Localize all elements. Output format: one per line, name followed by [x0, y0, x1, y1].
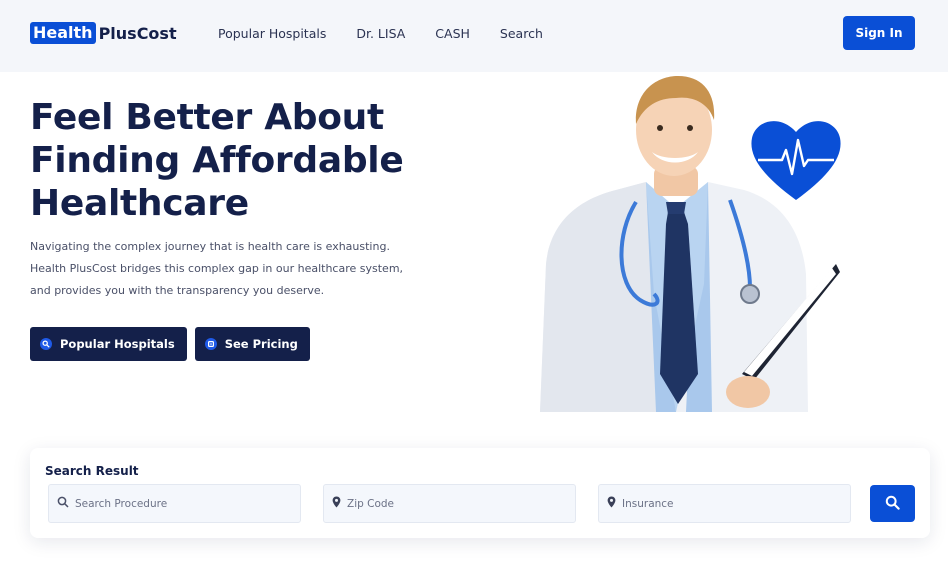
zip-input[interactable]	[347, 497, 547, 510]
logo-highlight: Health	[30, 22, 96, 44]
tag-icon	[204, 338, 217, 350]
hero-title: Feel Better About Finding Affordable Hea…	[30, 96, 490, 225]
see-pricing-button[interactable]: See Pricing	[194, 327, 310, 361]
map-pin-icon	[607, 495, 616, 513]
doctor-illustration	[540, 76, 841, 412]
zip-field[interactable]	[323, 484, 576, 523]
top-header: Health PlusCost Popular Hospitals Dr. LI…	[0, 0, 948, 72]
hero-desc-line: and provides you with the transparency y…	[30, 284, 325, 297]
map-pin-icon	[332, 495, 341, 513]
search-panel: Search Result	[30, 448, 930, 538]
search-icon	[885, 495, 900, 513]
procedure-input[interactable]	[75, 497, 275, 510]
hero-desc-line: Navigating the complex journey that is h…	[30, 240, 390, 253]
hero-title-line: Healthcare	[30, 183, 249, 224]
search-panel-title: Search Result	[45, 464, 139, 478]
insurance-input[interactable]	[622, 497, 822, 510]
logo-text: PlusCost	[98, 23, 177, 43]
search-icon	[57, 495, 69, 513]
procedure-field[interactable]	[48, 484, 301, 523]
nav-popular-hospitals[interactable]: Popular Hospitals	[218, 26, 326, 41]
hero-description: Navigating the complex journey that is h…	[30, 236, 420, 302]
hero-desc-line: Health PlusCost bridges this complex gap…	[30, 262, 404, 275]
heart-pulse-icon	[751, 121, 841, 200]
hero-title-line: Finding Affordable	[30, 140, 404, 181]
see-pricing-label: See Pricing	[224, 337, 298, 351]
popular-hospitals-label: Popular Hospitals	[60, 337, 175, 351]
popular-hospitals-button[interactable]: Popular Hospitals	[30, 327, 187, 361]
insurance-field[interactable]	[598, 484, 851, 523]
nav-search[interactable]: Search	[500, 26, 543, 41]
nav-dr-lisa[interactable]: Dr. LISA	[356, 26, 405, 41]
hero-title-line: Feel Better About	[30, 97, 384, 138]
search-icon	[40, 338, 52, 350]
search-submit-button[interactable]	[870, 485, 915, 522]
nav-cash[interactable]: CASH	[435, 26, 470, 41]
main-nav: Popular Hospitals Dr. LISA CASH Search	[218, 26, 573, 41]
hero-actions: Popular Hospitals See Pricing	[30, 327, 318, 361]
brand-logo[interactable]: Health PlusCost	[30, 22, 177, 44]
sign-in-button[interactable]: Sign In	[843, 16, 915, 50]
